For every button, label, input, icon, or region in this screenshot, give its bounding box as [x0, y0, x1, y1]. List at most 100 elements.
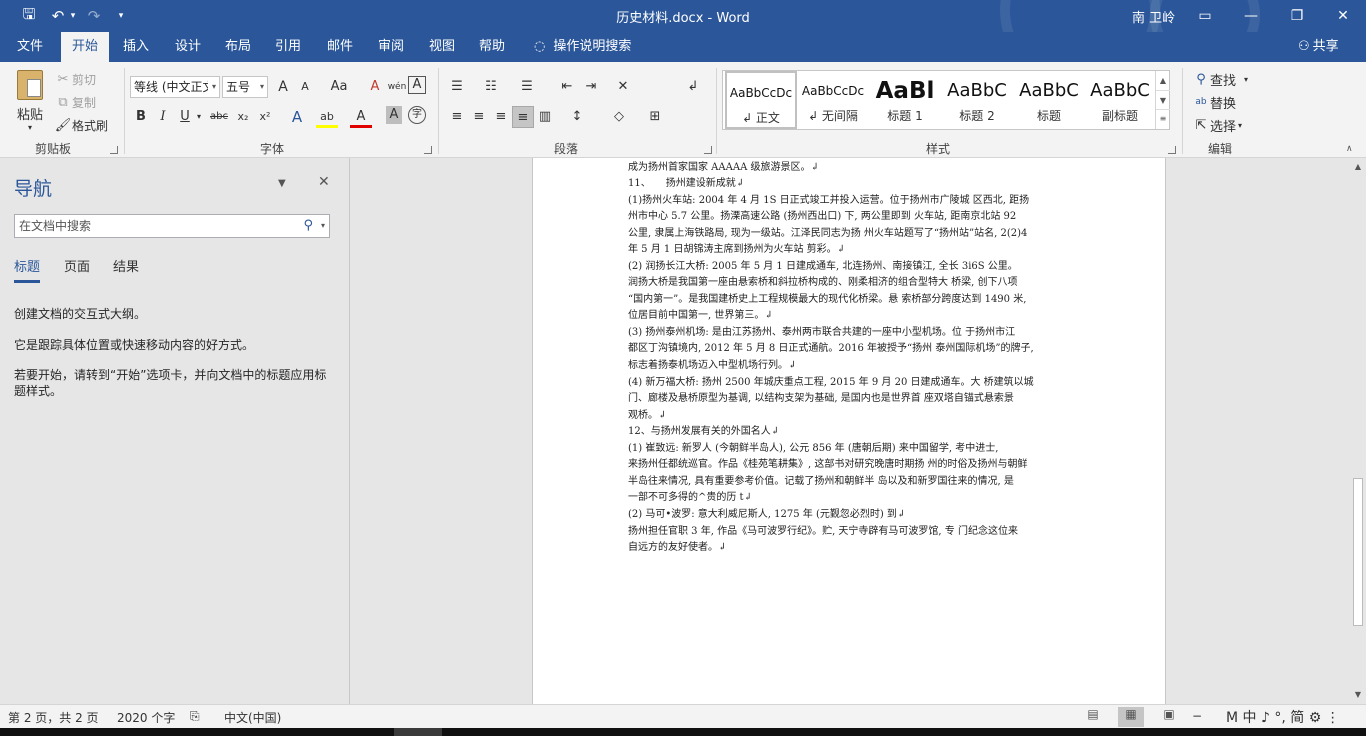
doc-line[interactable]: 成为扬州首家国家 AAAAA 级旅游景区。↲ — [628, 158, 1074, 173]
style-heading-2[interactable]: AaBbC 标题 2 — [941, 71, 1013, 129]
character-shading-button[interactable]: A — [386, 106, 402, 124]
chevron-down-icon[interactable]: ▼ — [278, 178, 286, 189]
character-border-button[interactable]: A — [408, 76, 426, 94]
copy-button[interactable]: ⧉ 复制 — [54, 93, 96, 111]
scrollbar-thumb[interactable] — [1353, 478, 1363, 626]
phonetic-guide-button[interactable]: wén — [386, 76, 408, 98]
underline-button[interactable]: U — [174, 106, 196, 128]
doc-line[interactable]: 扬州担任官职 3 年, 作品《马可波罗行纪》。贮, 天宁寺辟有马可波罗馆, 专 … — [628, 522, 1074, 537]
search-icon[interactable]: ⚲ — [303, 215, 313, 237]
align-left-button[interactable]: ≡ — [446, 106, 468, 128]
align-center-button[interactable]: ≡ — [468, 106, 490, 128]
increase-indent-button[interactable]: ⇥ — [580, 76, 602, 98]
tab-references[interactable]: 引用 — [268, 32, 308, 62]
distributed-button[interactable]: ▥ — [534, 106, 556, 128]
doc-line[interactable]: 州市中心 5.7 公里。扬溧高速公路 (扬州西出口) 下, 两公里即到 火车站,… — [628, 207, 1074, 222]
italic-button[interactable]: I — [152, 106, 174, 128]
grow-font-button[interactable]: A — [272, 76, 294, 98]
read-mode-icon[interactable]: ▤ — [1080, 707, 1106, 727]
page-count[interactable]: 第 2 页，共 2 页 — [8, 709, 99, 726]
paste-button[interactable]: 粘贴 ▾ — [12, 70, 48, 134]
align-right-button[interactable]: ≡ — [490, 106, 512, 128]
doc-line[interactable]: 11、 扬州建设新成就↲ — [628, 174, 1074, 189]
close-icon[interactable]: ✕ — [1320, 0, 1366, 32]
share-button[interactable]: ⚇ 共享 — [1298, 32, 1339, 62]
doc-line[interactable]: 润扬大桥是我国第一座由悬索桥和斜拉桥构成的、刚柔相济的组合型特大 桥梁, 创下八… — [628, 273, 1074, 288]
nav-tab-pages[interactable]: 页面 — [64, 256, 90, 275]
show-formatting-marks-button[interactable]: ↲ — [682, 76, 704, 98]
multilevel-list-button[interactable]: ☰ — [516, 76, 538, 98]
doc-line[interactable]: 自远方的友好使者。↲ — [628, 538, 1074, 553]
tab-design[interactable]: 设计 — [168, 32, 208, 62]
bullets-button[interactable]: ☰ — [446, 76, 468, 98]
doc-line[interactable]: 观桥。↲ — [628, 406, 1074, 421]
format-painter-button[interactable]: 🖌 格式刷 — [54, 116, 108, 134]
doc-line[interactable]: 一部不可多得的^贵的历 t↲ — [628, 488, 1074, 503]
chevron-down-icon[interactable]: ▾ — [321, 215, 325, 237]
chevron-up-icon[interactable]: ▲ — [1156, 71, 1170, 90]
subscript-button[interactable]: x₂ — [232, 106, 254, 128]
borders-button[interactable]: ⊞ — [644, 106, 666, 128]
nav-tab-headings[interactable]: 标题 — [14, 256, 41, 283]
shading-button[interactable]: ◇ — [608, 106, 630, 128]
strikethrough-button[interactable]: abc — [208, 106, 230, 128]
minimize-icon[interactable]: — — [1228, 0, 1274, 32]
clear-formatting-button[interactable]: A — [364, 76, 386, 98]
doc-line[interactable]: 位居目前中国第一, 世界第三。↲ — [628, 306, 1074, 321]
style-no-spacing[interactable]: AaBbCcDc ↲ 无间隔 — [797, 71, 869, 129]
tab-layout[interactable]: 布局 — [218, 32, 258, 62]
more-styles-icon[interactable]: ≡ — [1156, 109, 1170, 127]
tab-file[interactable]: 文件 — [8, 32, 52, 62]
tab-mailings[interactable]: 邮件 — [320, 32, 360, 62]
tab-insert[interactable]: 插入 — [116, 32, 156, 62]
word-count[interactable]: 2020 个字 — [117, 709, 175, 726]
vertical-scrollbar[interactable]: ▲ ▼ — [1350, 158, 1366, 704]
enclose-characters-button[interactable]: 字 — [408, 106, 426, 124]
numbering-button[interactable]: ☷ — [480, 76, 502, 98]
font-name-combo[interactable]: 等线 (中文正文)▾ — [130, 76, 220, 98]
style-title[interactable]: AaBbC 标题 — [1013, 71, 1085, 129]
doc-line[interactable]: 半岛往来情况, 具有重要参考价值。记载了扬州和朝鲜半 岛以及和新罗国往来的情况,… — [628, 472, 1074, 487]
close-icon[interactable]: ✕ — [318, 174, 330, 190]
tab-help[interactable]: 帮助 — [472, 32, 512, 62]
justify-button[interactable]: ≡ — [512, 106, 534, 128]
doc-line[interactable]: (1) 崔致远: 新罗人 (今朝鲜半岛人), 公元 856 年 (唐朝后期) 来… — [628, 439, 1074, 454]
web-layout-icon[interactable]: ▣ — [1156, 707, 1182, 727]
font-size-combo[interactable]: 五号 ▾ — [222, 76, 268, 98]
doc-line[interactable]: 门、廊楼及悬桥原型为基调, 以结构支架为基础, 是国内也是世界首 座双塔自锚式悬… — [628, 389, 1074, 404]
bold-button[interactable]: B — [130, 106, 152, 128]
styles-launcher-icon[interactable] — [1168, 146, 1176, 154]
tell-me-search[interactable]: ◌ 操作说明搜索 — [534, 32, 631, 62]
line-spacing-button[interactable]: ↕ — [566, 106, 588, 128]
style-normal[interactable]: AaBbCcDc ↲ 正文 — [725, 71, 797, 129]
nav-tab-results[interactable]: 结果 — [113, 256, 139, 275]
styles-gallery-scroll[interactable]: ▲ ▼ ≡ — [1155, 71, 1170, 129]
highlight-button[interactable]: ab — [316, 106, 338, 128]
scroll-up-icon[interactable]: ▲ — [1350, 162, 1366, 171]
doc-line[interactable]: 都区丁沟镇境内, 2012 年 5 月 8 日正式通航。2016 年被授予“扬州… — [628, 339, 1074, 354]
chinese-layout-button[interactable]: ✕ — [612, 76, 634, 98]
text-effects-button[interactable]: A — [286, 106, 308, 128]
underline-dropdown-icon[interactable]: ▾ — [194, 106, 204, 128]
doc-line[interactable]: (3) 扬州泰州机场: 是由江苏扬州、泰州两市联合共建的一座中小型机场。位 于扬… — [628, 323, 1074, 338]
document-area[interactable]: 成为扬州首家国家 AAAAA 级旅游景区。↲ 11、 扬州建设新成就↲ (1)扬… — [351, 158, 1350, 704]
change-case-button[interactable]: Aa — [324, 76, 354, 98]
user-name[interactable]: 南 卫岭 — [1132, 7, 1175, 26]
collapse-ribbon-icon[interactable]: ∧ — [1346, 144, 1353, 154]
style-heading-1[interactable]: AaBl 标题 1 — [869, 71, 941, 129]
doc-line[interactable]: (2) 马可•波罗: 意大利威尼斯人, 1275 年 (元觐忽必烈时) 到↲ — [628, 505, 1074, 520]
find-button[interactable]: ⚲ 查找 ▾ — [1192, 70, 1248, 89]
ribbon-display-options-icon[interactable]: ▭ — [1182, 0, 1228, 32]
clipboard-launcher-icon[interactable] — [110, 146, 118, 154]
decrease-indent-button[interactable]: ⇤ — [556, 76, 578, 98]
zoom-out-button[interactable]: − — [1192, 709, 1202, 723]
doc-line[interactable]: (1)扬州火车站: 2004 年 4 月 1S 日正式竣工并投入运营。位于扬州市… — [628, 191, 1074, 206]
language[interactable]: 中文(中国) — [224, 709, 281, 726]
style-subtitle[interactable]: AaBbC 副标题 — [1085, 71, 1155, 129]
paragraph-launcher-icon[interactable] — [704, 146, 712, 154]
proofing-icon[interactable]: ⎘ — [190, 709, 200, 724]
doc-line[interactable]: (2) 润扬长江大桥: 2005 年 5 月 1 日建成通车, 北连扬州、南接镇… — [628, 257, 1074, 272]
doc-line[interactable]: “国内第一”。是我国建桥史上工程规模最大的现代化桥梁。悬 索桥部分跨度达到 14… — [628, 290, 1074, 305]
print-layout-icon[interactable]: ▦ — [1118, 707, 1144, 727]
maximize-icon[interactable]: ❐ — [1274, 0, 1320, 32]
